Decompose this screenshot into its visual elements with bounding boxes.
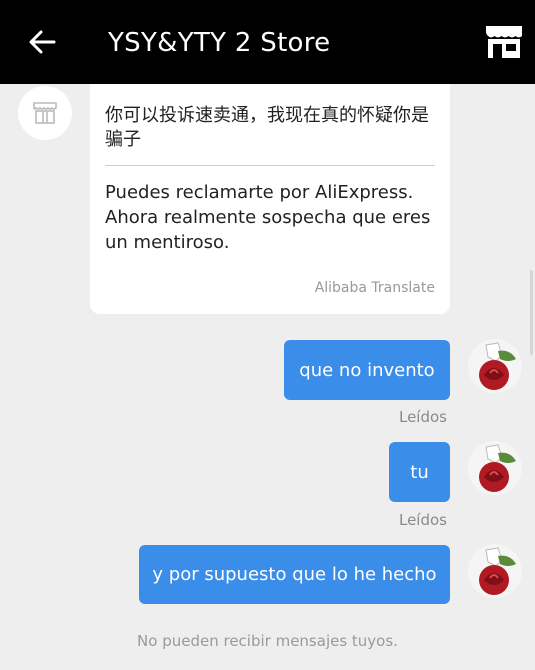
- rose-icon: [479, 342, 516, 390]
- translated-message-text: Puedes reclamarte por AliExpress. Ahora …: [105, 182, 431, 253]
- store-button[interactable]: [484, 24, 524, 60]
- user-avatar[interactable]: [468, 544, 522, 598]
- outgoing-message-bubble[interactable]: y por supuesto que lo he hecho: [139, 545, 450, 604]
- outgoing-message-bubble[interactable]: tu: [389, 442, 450, 502]
- outgoing-message-text: y por supuesto que lo he hecho: [152, 564, 437, 585]
- rose-icon: [479, 444, 516, 492]
- back-button[interactable]: [24, 24, 60, 60]
- outgoing-message-text: que no invento: [299, 359, 435, 381]
- rose-icon: [479, 547, 516, 595]
- read-status: Leídos: [398, 511, 447, 529]
- user-avatar[interactable]: [468, 441, 522, 495]
- storefront-icon: [486, 26, 522, 58]
- store-icon: [33, 102, 57, 124]
- scroll-indicator: [530, 270, 533, 355]
- store-avatar[interactable]: [18, 86, 72, 140]
- translation-credit: Alibaba Translate: [314, 280, 435, 296]
- translation-divider: [105, 165, 435, 166]
- conversation-title: YSY&YTY 2 Store: [108, 28, 331, 58]
- outgoing-message-bubble[interactable]: que no invento: [284, 340, 450, 400]
- user-avatar[interactable]: [468, 339, 522, 393]
- incoming-message-bubble[interactable]: 你可以投诉速卖通，我现在真的怀疑你是骗子 Puedes reclamarte p…: [90, 84, 450, 314]
- arrow-left-icon: [29, 30, 56, 54]
- outgoing-message-text: tu: [410, 461, 429, 483]
- read-status: Leídos: [398, 408, 447, 426]
- cannot-receive-notice: No pueden recibir mensajes tuyos.: [137, 632, 398, 650]
- original-message-text: 你可以投诉速卖通，我现在真的怀疑你是骗子: [105, 105, 429, 150]
- top-bar: YSY&YTY 2 Store: [0, 0, 535, 84]
